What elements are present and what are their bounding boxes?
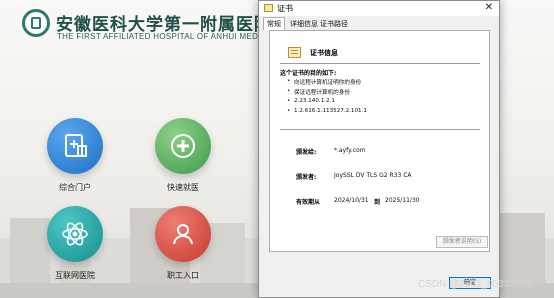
tile-internet-hospital-label: 互联网医院 [55, 271, 95, 280]
building-icon [47, 118, 103, 174]
certificate-icon [288, 47, 301, 58]
valid-from-value: 2024/10/31 [334, 197, 369, 204]
hospital-logo-icon [22, 9, 50, 37]
user-icon [155, 206, 211, 262]
tab-general[interactable]: 常规 [263, 17, 285, 30]
issued-by-value: JoySSL DV TLS G2 R33 CA [334, 172, 412, 179]
issued-to-value: *.ayfy.com [334, 147, 366, 154]
divider [280, 63, 480, 64]
tile-quick-care-label: 快速就医 [167, 183, 199, 192]
dialog-tabs: 常规 详细信息 证书路径 [259, 16, 499, 30]
tab-details[interactable]: 详细信息 [287, 18, 321, 30]
close-button[interactable]: ✕ [485, 2, 493, 13]
purpose-list: 向远程计算机证明你的身份 保证远程计算机的身份 2.23.140.1.2.1 1… [287, 78, 367, 118]
issued-by-label: 颁发者: [296, 174, 317, 181]
purpose-item: 2.23.140.1.2.1 [287, 98, 367, 108]
issuer-statement-button[interactable]: 颁发者说明(S) [436, 236, 488, 248]
tile-staff-entrance[interactable]: 职工入口 [148, 206, 218, 281]
purpose-heading: 这个证书的目的如下: [280, 70, 337, 77]
cert-info-title: 证书信息 [310, 49, 338, 57]
tile-staff-entrance-label: 职工入口 [167, 271, 199, 280]
purpose-item: 保证远程计算机的身份 [287, 88, 367, 98]
certificate-dialog: 证书 ✕ 常规 详细信息 证书路径 证书信息 这个证书的目的如下: 向远程计算机… [258, 0, 500, 298]
tab-cert-path[interactable]: 证书路径 [317, 18, 351, 30]
certificate-icon [264, 4, 273, 12]
divider [280, 129, 480, 130]
tile-internet-hospital[interactable]: 互联网医院 [40, 206, 110, 281]
valid-to-label: 到 [374, 199, 381, 206]
dialog-title: 证书 [277, 4, 293, 13]
purpose-item: 1.2.616.1.113527.2.101.1 [287, 108, 367, 118]
atom-icon [47, 206, 103, 262]
tile-portal[interactable]: 综合门户 [40, 118, 110, 193]
dialog-titlebar[interactable]: 证书 ✕ [259, 1, 499, 16]
purpose-item: 向远程计算机证明你的身份 [287, 78, 367, 88]
tile-quick-care[interactable]: 快速就医 [148, 118, 218, 193]
valid-to-value: 2025/11/30 [385, 197, 420, 204]
tile-portal-label: 综合门户 [59, 183, 91, 192]
valid-label: 有效期从 [296, 199, 321, 206]
medical-cross-icon [155, 118, 211, 174]
general-tab-panel: 证书信息 这个证书的目的如下: 向远程计算机证明你的身份 保证远程计算机的身份 … [269, 30, 490, 252]
issued-to-label: 颁发给: [296, 149, 317, 156]
watermark: CSDN @2501_90320753 [418, 279, 532, 290]
